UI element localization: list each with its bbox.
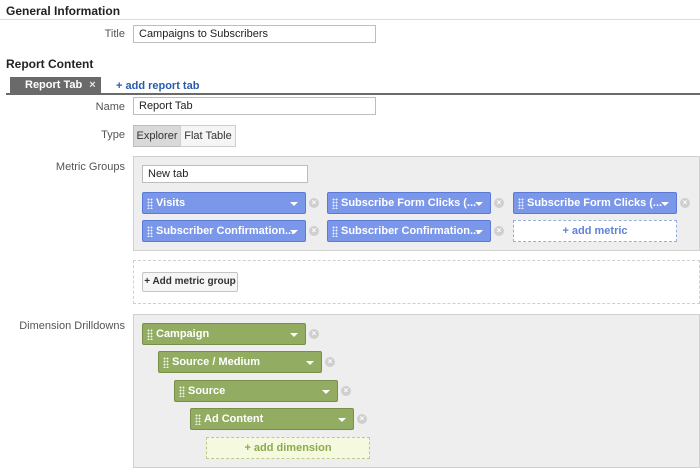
title-label: Title bbox=[104, 28, 125, 40]
dimension-drilldowns-label: Dimension Drilldowns bbox=[19, 320, 125, 332]
remove-icon[interactable]: × bbox=[309, 198, 319, 208]
drag-handle-icon[interactable] bbox=[147, 329, 153, 340]
tab-report-tab[interactable]: Report Tab × bbox=[10, 77, 101, 93]
drag-handle-icon[interactable] bbox=[147, 198, 153, 209]
dimension-pill-source-medium[interactable]: Source / Medium bbox=[158, 351, 322, 373]
type-flat-table-toggle[interactable]: Flat Table bbox=[180, 125, 236, 147]
metric-pill-subscribe-form-clicks-1[interactable]: Subscribe Form Clicks (... bbox=[327, 192, 491, 214]
drag-handle-icon[interactable] bbox=[195, 414, 201, 425]
chevron-down-icon[interactable] bbox=[290, 230, 298, 234]
chevron-down-icon[interactable] bbox=[290, 333, 298, 337]
drag-handle-icon[interactable] bbox=[518, 198, 524, 209]
remove-icon[interactable]: × bbox=[309, 226, 319, 236]
chevron-down-icon[interactable] bbox=[306, 361, 314, 365]
metric-groups-label: Metric Groups bbox=[55, 161, 125, 173]
dimension-pill-campaign[interactable]: Campaign bbox=[142, 323, 306, 345]
remove-icon[interactable]: × bbox=[494, 198, 504, 208]
drag-handle-icon[interactable] bbox=[332, 198, 338, 209]
type-explorer-toggle[interactable]: Explorer bbox=[133, 125, 181, 147]
chevron-down-icon[interactable] bbox=[290, 202, 298, 206]
type-label: Type bbox=[101, 129, 125, 141]
remove-icon[interactable]: × bbox=[357, 414, 367, 424]
name-label: Name bbox=[95, 101, 125, 113]
close-icon[interactable]: × bbox=[89, 79, 95, 91]
drag-handle-icon[interactable] bbox=[163, 357, 169, 368]
add-metric-group-button[interactable]: + Add metric group bbox=[142, 272, 238, 292]
drag-handle-icon[interactable] bbox=[147, 226, 153, 237]
metric-pill-subscribe-form-clicks-2[interactable]: Subscribe Form Clicks (... bbox=[513, 192, 677, 214]
tab-underline bbox=[6, 93, 700, 95]
drag-handle-icon[interactable] bbox=[179, 386, 185, 397]
metric-pill-subscriber-confirmation-1[interactable]: Subscriber Confirmation... bbox=[142, 220, 306, 242]
remove-icon[interactable]: × bbox=[325, 357, 335, 367]
remove-icon[interactable]: × bbox=[309, 329, 319, 339]
title-input[interactable]: Campaigns to Subscribers bbox=[133, 25, 376, 43]
dimension-pill-ad-content[interactable]: Ad Content bbox=[190, 408, 354, 430]
tab-label: Report Tab bbox=[25, 79, 83, 91]
add-dimension-button[interactable]: + add dimension bbox=[206, 437, 370, 459]
general-information-heading: General Information bbox=[6, 4, 121, 18]
name-input[interactable]: Report Tab bbox=[133, 97, 376, 115]
metric-pill-visits[interactable]: Visits bbox=[142, 192, 306, 214]
remove-icon[interactable]: × bbox=[341, 386, 351, 396]
add-report-tab-link[interactable]: + add report tab bbox=[116, 80, 199, 92]
metric-group-name-input[interactable]: New tab bbox=[142, 165, 308, 183]
remove-icon[interactable]: × bbox=[494, 226, 504, 236]
drag-handle-icon[interactable] bbox=[332, 226, 338, 237]
report-content-heading: Report Content bbox=[6, 57, 94, 71]
chevron-down-icon[interactable] bbox=[475, 202, 483, 206]
dimension-pill-source[interactable]: Source bbox=[174, 380, 338, 402]
add-metric-button[interactable]: + add metric bbox=[513, 220, 677, 242]
chevron-down-icon[interactable] bbox=[661, 202, 669, 206]
section-divider bbox=[0, 19, 700, 20]
chevron-down-icon[interactable] bbox=[475, 230, 483, 234]
remove-icon[interactable]: × bbox=[680, 198, 690, 208]
chevron-down-icon[interactable] bbox=[322, 390, 330, 394]
chevron-down-icon[interactable] bbox=[338, 418, 346, 422]
metric-pill-subscriber-confirmation-2[interactable]: Subscriber Confirmation... bbox=[327, 220, 491, 242]
